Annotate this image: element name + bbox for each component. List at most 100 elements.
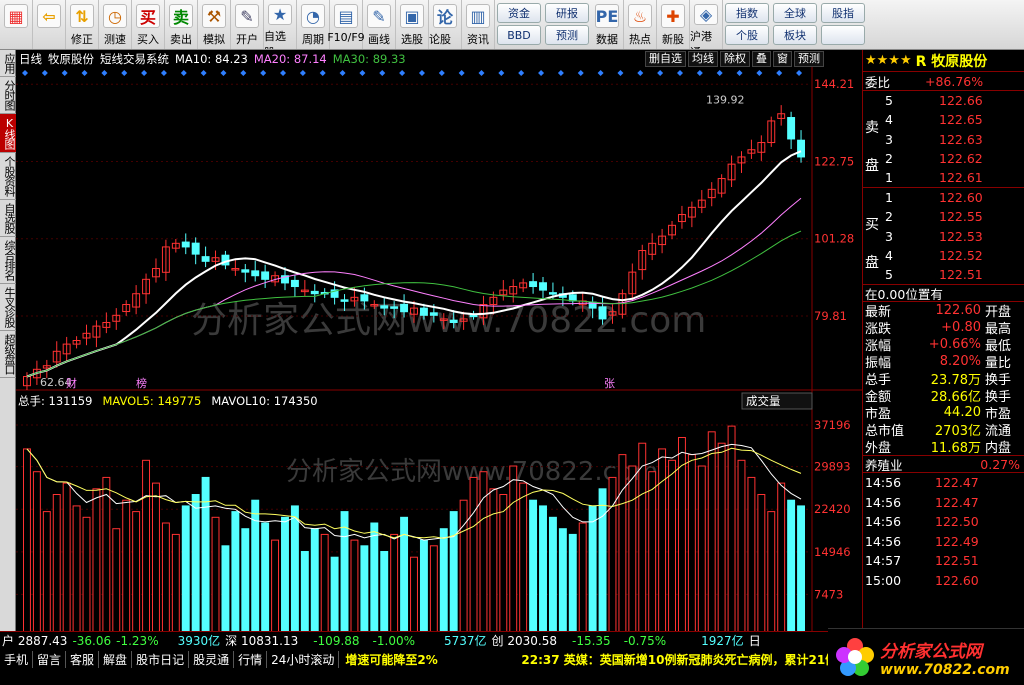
bottom-tab-2[interactable]: 客服	[66, 650, 100, 668]
left-tab-4[interactable]: 自选股	[0, 200, 16, 237]
hot-button[interactable]: ♨ 热点	[624, 0, 657, 49]
back-button[interactable]: ⇦	[33, 0, 66, 49]
bottom-tab-7[interactable]: 24小时滚动	[267, 650, 340, 668]
stat-value: 8.20%	[939, 354, 981, 370]
volume-bar	[221, 545, 230, 638]
left-tab-2[interactable]: K线图	[0, 114, 16, 153]
sell-button[interactable]: 卖卖出	[165, 0, 198, 49]
open-button[interactable]: ✎ 开户	[231, 0, 264, 49]
pills3-pill-1[interactable]: 个股	[725, 25, 769, 45]
buys-label: 买盘	[865, 217, 879, 272]
buys-row[interactable]: 1 122.60	[863, 188, 1024, 207]
test-button[interactable]: ◷ 测速	[99, 0, 132, 49]
left-tab-1[interactable]: 分时图	[0, 77, 16, 114]
volume-bar	[787, 499, 796, 638]
stat-value: 122.60	[935, 303, 982, 319]
kline-tool-5[interactable]: 预测	[794, 51, 824, 67]
sh-index[interactable]: 户 2887.43	[0, 632, 67, 649]
kline-tool-1[interactable]: 均线	[688, 51, 718, 67]
event-mark[interactable]: 榜	[136, 376, 147, 390]
f10-button[interactable]: ▤ F10/F9	[327, 0, 365, 49]
left-tab-6[interactable]: 牛叉诊股	[0, 284, 16, 331]
cy-index[interactable]: 创 2030.58	[492, 632, 557, 649]
signal-diamond	[101, 70, 108, 76]
pills3-pill-0[interactable]: 指数	[725, 3, 769, 23]
news-button[interactable]: ▥ 资讯	[462, 0, 495, 49]
bottom-tab-0[interactable]: 手机	[0, 650, 34, 668]
buys-row[interactable]: 4 122.52	[863, 246, 1024, 265]
left-tab-3[interactable]: 个股资料	[0, 153, 16, 200]
left-tab-5[interactable]: 综合排名	[0, 237, 16, 284]
volume-bar	[261, 522, 270, 638]
signal-diamond	[160, 70, 167, 76]
stat-row: 涨幅 +0.66% 最低	[863, 336, 1024, 353]
news-ticker-1[interactable]: 增速可能降至2%	[345, 651, 515, 668]
volume-bar	[370, 522, 379, 638]
sim-button[interactable]: ⚒ 模拟	[198, 0, 231, 49]
pills4-pill-1[interactable]: 板块	[773, 25, 817, 45]
bottom-tab-4[interactable]: 股市日记	[132, 650, 190, 668]
buys-row[interactable]: 2 122.55	[863, 207, 1024, 226]
forum-button[interactable]: 论论股堂	[429, 0, 462, 49]
pills1-pill-1[interactable]: BBD	[497, 25, 541, 45]
signal-diamond	[418, 70, 425, 76]
stat-label: 总手	[865, 373, 892, 388]
high-annotation: 139.92	[706, 94, 745, 107]
left-tab-0[interactable]: 应用	[0, 50, 16, 77]
period-icon: ◔	[301, 4, 325, 28]
sells-row[interactable]: 5 122.66	[863, 91, 1024, 110]
left-tab-7[interactable]: 超级盘口	[0, 331, 16, 378]
watchlist-button[interactable]: ★ 自选股	[264, 0, 297, 49]
pills2-pill-1[interactable]: 预测	[545, 25, 589, 45]
volume-bar	[469, 476, 478, 638]
sell-icon: 卖	[169, 4, 193, 28]
sells-price: 122.62	[939, 150, 983, 166]
bottom-tab-1[interactable]: 留言	[33, 650, 67, 668]
kline-tool-2[interactable]: 除权	[720, 51, 750, 67]
sector-row[interactable]: 养殖业 0.27%	[863, 455, 1024, 474]
sells-row[interactable]: 2 122.62	[863, 149, 1024, 168]
sz-index[interactable]: 深 10831.13	[225, 632, 298, 649]
news-ticker-2[interactable]: 22:37 英媒：英国新增10例新冠肺炎死亡病例，累计21例	[521, 651, 837, 668]
kline-svg[interactable]: 分析家公式网www.70822.com分析家公式网www.70822.com14…	[16, 67, 862, 648]
stat-value: 44.20	[943, 405, 981, 421]
pills5-pill-1[interactable]	[821, 25, 865, 45]
period-button[interactable]: ◔ 周期	[297, 0, 330, 49]
event-mark[interactable]: 张	[604, 377, 615, 390]
ipo-button[interactable]: ✚ 新股	[657, 0, 690, 49]
stat-label: 总市值	[865, 424, 905, 439]
bottom-tab-5[interactable]: 股灵通	[189, 650, 235, 668]
pills5-pill-0[interactable]: 股指	[821, 3, 865, 23]
signal-diamond	[617, 70, 624, 76]
bottom-tab-6[interactable]: 行情	[234, 650, 268, 668]
pills2-pill-0[interactable]: 研报	[545, 3, 589, 23]
volume-bar	[310, 528, 319, 638]
volume-bar	[281, 516, 289, 638]
bottom-tab-3[interactable]: 解盘	[99, 650, 133, 668]
volume-bar	[588, 505, 597, 638]
home-button[interactable]: ▦	[0, 0, 33, 49]
period-label[interactable]: 日线	[19, 51, 42, 67]
select-button[interactable]: ▣ 选股	[396, 0, 429, 49]
kline-tool-4[interactable]: 窗	[773, 51, 792, 67]
kline-tool-3[interactable]: 叠	[752, 51, 771, 67]
kline-tool-0[interactable]: 删自选	[645, 51, 686, 67]
event-mark[interactable]: 财	[66, 376, 77, 390]
system-label[interactable]: 短线交易系统	[100, 51, 169, 67]
sells-row[interactable]: 3 122.63	[863, 130, 1024, 149]
buys-row[interactable]: 5 122.51	[863, 265, 1024, 284]
buys-level: 1	[885, 190, 893, 206]
draw-button[interactable]: ✎ 画线	[363, 0, 396, 49]
sells-row[interactable]: 1 122.61	[863, 168, 1024, 187]
pills4-pill-0[interactable]: 全球	[773, 3, 817, 23]
data-button[interactable]: PE 数据	[591, 0, 624, 49]
left-tab-bar: 应用 分时图 K线图 个股资料 自选股 综合排名 牛叉诊股 超级盘口	[0, 50, 16, 648]
buys-row[interactable]: 3 122.53	[863, 227, 1024, 246]
pills1-pill-0[interactable]: 资金	[497, 3, 541, 23]
buy-button[interactable]: 买买入	[132, 0, 165, 49]
sells-row[interactable]: 4 122.65	[863, 110, 1024, 129]
quote-panel: ★★★★ R 牧原股份 委比 +86.76% 卖盘 5 122.66 4 122.65 3 122.…	[862, 50, 1024, 648]
hk-button[interactable]: ◈ 沪港通	[690, 0, 723, 49]
logo-brand: 分析家公式网	[880, 641, 982, 662]
fix-button[interactable]: ⇅ 修正	[66, 0, 99, 49]
